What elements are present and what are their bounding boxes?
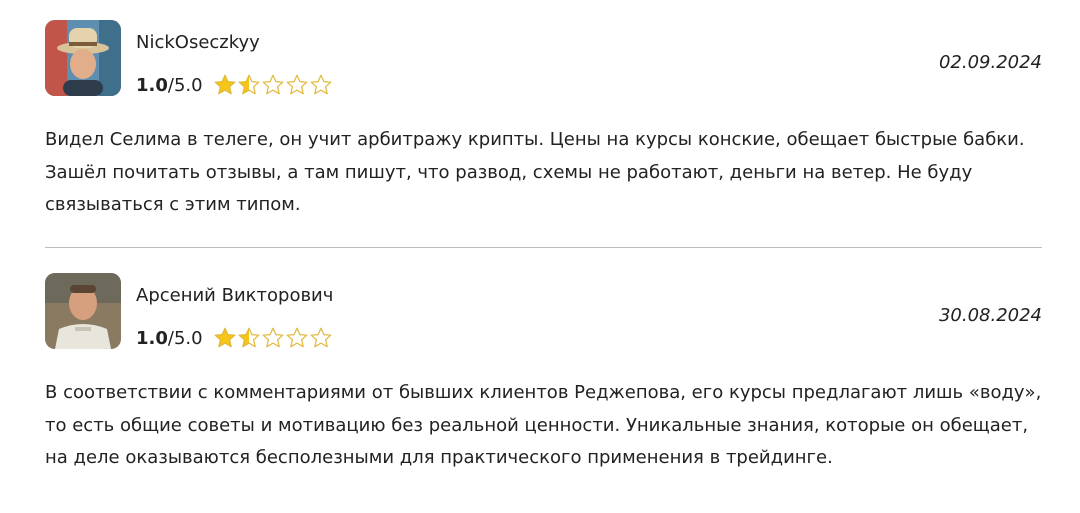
star-empty-icon (286, 327, 307, 348)
star-half-icon (238, 74, 259, 95)
rating: 1.0 /5.0 (136, 72, 333, 98)
rating-stars (213, 326, 333, 350)
review-text: В соответствии с комментариями от бывших… (45, 382, 1042, 468)
avatar (45, 273, 121, 349)
star-empty-icon (262, 74, 283, 95)
rating-score: 1.0 (136, 327, 168, 349)
star-empty-icon (286, 74, 307, 95)
rating-stars (213, 73, 333, 97)
review-date: 30.08.2024 (938, 305, 1042, 326)
rating-scale: /5.0 (167, 74, 203, 96)
star-full-icon (214, 327, 235, 348)
review-date: 02.09.2024 (938, 52, 1042, 73)
star-full-icon (214, 74, 235, 95)
star-empty-icon (310, 74, 331, 95)
avatar (45, 20, 121, 96)
review-text: Видел Селима в телеге, он учит арбитражу… (45, 129, 1025, 215)
star-empty-icon (262, 327, 283, 348)
review-author: Арсений Викторович (136, 285, 334, 306)
rating-scale: /5.0 (167, 327, 203, 349)
review-divider (45, 247, 1042, 248)
star-empty-icon (310, 327, 331, 348)
review-author: NickOseczkyy (136, 32, 260, 53)
rating: 1.0 /5.0 (136, 325, 333, 351)
star-half-icon (238, 327, 259, 348)
rating-score: 1.0 (136, 74, 168, 96)
